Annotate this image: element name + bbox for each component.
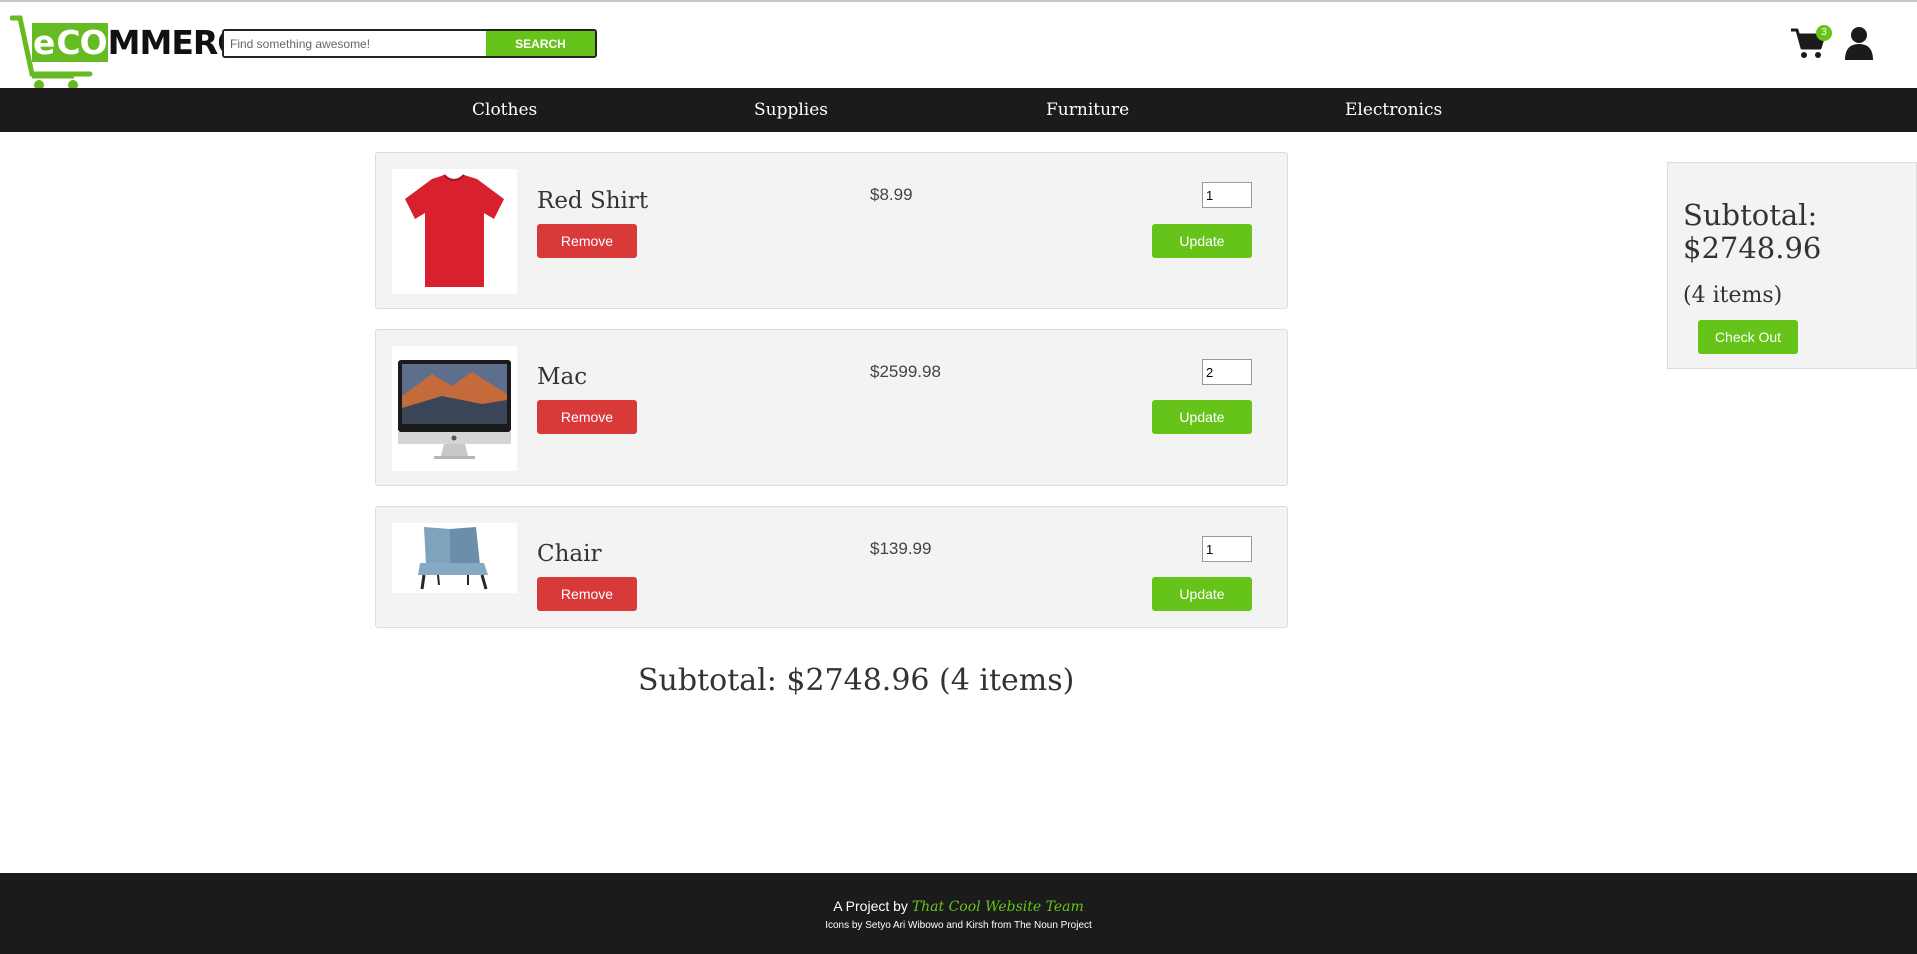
user-icon[interactable]: [1843, 26, 1875, 60]
update-button[interactable]: Update: [1152, 224, 1252, 258]
update-button[interactable]: Update: [1152, 400, 1252, 434]
item-price: $2599.98: [870, 362, 941, 381]
imac-image[interactable]: [392, 346, 517, 471]
nav-item-furniture[interactable]: Furniture: [1046, 88, 1129, 132]
remove-button[interactable]: Remove: [537, 400, 637, 434]
summary-subtotal: Subtotal: $2748.96: [1683, 199, 1821, 265]
ecommerce-logo[interactable]: eCOMMERCE: [9, 14, 263, 94]
footer: A Project by That Cool Website Team Icon…: [0, 873, 1917, 954]
remove-button[interactable]: Remove: [537, 224, 637, 258]
summary-subtotal-label: Subtotal:: [1683, 198, 1818, 232]
cart-count-badge: 3: [1816, 25, 1832, 41]
item-name: Red Shirt: [537, 188, 649, 214]
update-button[interactable]: Update: [1152, 577, 1252, 611]
item-price: $8.99: [870, 185, 913, 204]
footer-team-link[interactable]: That Cool Website Team: [912, 899, 1084, 915]
summary-item-count: (4 items): [1683, 283, 1783, 308]
search-input[interactable]: [224, 31, 498, 56]
chair-image[interactable]: [392, 523, 517, 593]
cart-subtotal: Subtotal: $2748.96 (4 items): [638, 663, 1075, 698]
item-name: Chair: [537, 541, 602, 567]
footer-project-prefix: A Project by: [833, 898, 908, 914]
checkout-button[interactable]: Check Out: [1698, 320, 1798, 354]
nav-item-electronics[interactable]: Electronics: [1345, 88, 1442, 132]
cart-item: Red Shirt Remove $8.99 Update: [375, 152, 1288, 309]
search-button[interactable]: SEARCH: [486, 31, 595, 56]
top-border: [0, 0, 1917, 2]
nav-item-supplies[interactable]: Supplies: [754, 88, 828, 132]
category-nav: Clothes Supplies Furniture Electronics: [0, 88, 1917, 132]
summary-subtotal-value: $2748.96: [1683, 231, 1822, 265]
search-bar: SEARCH: [222, 29, 597, 58]
cart-item: Chair Remove $139.99 Update: [375, 506, 1288, 628]
quantity-input[interactable]: [1202, 359, 1252, 385]
footer-project-line: A Project by That Cool Website Team: [0, 898, 1917, 915]
item-price: $139.99: [870, 539, 932, 558]
cart-item: Mac Remove $2599.98 Update: [375, 329, 1288, 486]
remove-button[interactable]: Remove: [537, 577, 637, 611]
quantity-input[interactable]: [1202, 182, 1252, 208]
order-summary-box: Subtotal: $2748.96 (4 items) Check Out: [1667, 162, 1917, 369]
footer-credits: Icons by Setyo Ari Wibowo and Kirsh from…: [825, 920, 1092, 931]
red-shirt-image[interactable]: [392, 169, 517, 294]
nav-item-clothes[interactable]: Clothes: [472, 88, 537, 132]
item-name: Mac: [537, 364, 588, 390]
quantity-input[interactable]: [1202, 536, 1252, 562]
